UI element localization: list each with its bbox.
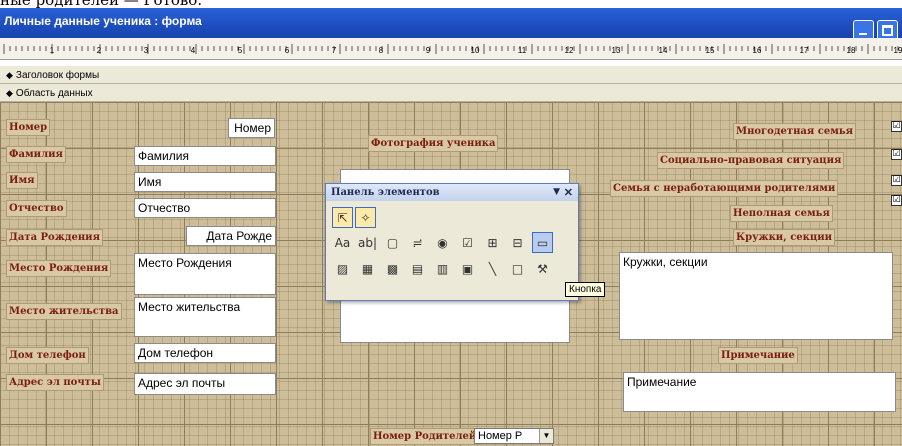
bound-object-tool[interactable]: ▩ (382, 258, 403, 279)
field-primechanie[interactable]: Примечание (623, 372, 896, 412)
label-dom-telefon[interactable]: Дом телефон (6, 347, 89, 364)
label-socialno-pravovaya[interactable]: Социально-правовая ситуация (657, 152, 845, 169)
toolbox-panel[interactable]: Панель элементов ▼ ✕ ⇱ ✧ Aa ab| ▢ ≓ ◉ ☑ ⊞ ⊟ ▭ ▨ ▦ ▩… (325, 183, 579, 301)
combobox-tool[interactable]: ⊞ (482, 232, 503, 253)
unbound-object-tool[interactable]: ▦ (357, 258, 378, 279)
ruler-number: 18 (847, 46, 856, 55)
checkbox-nepolnaya[interactable]: ☑ (891, 195, 902, 206)
control-wizards-tool[interactable]: ✧ (355, 207, 376, 228)
dropdown-icon[interactable]: ▼ (553, 184, 560, 201)
ruler-number: 12 (565, 46, 574, 55)
label-nomer-roditelei[interactable]: Номер Родителей: (370, 428, 483, 445)
tab-control-tool[interactable]: ▥ (432, 258, 453, 279)
checkbox-mnogodetnaya[interactable]: ☑ (891, 121, 902, 132)
ruler-number: 14 (659, 46, 668, 55)
field-familiya[interactable]: Фамилия (134, 146, 276, 166)
ruler-number: 7 (332, 46, 337, 55)
ruler-number: 5 (238, 46, 243, 55)
section-detail-label: Область данных (15, 88, 93, 99)
checkbox-tool[interactable]: ☑ (457, 232, 478, 253)
more-tools-tool[interactable]: ⚒ (532, 258, 553, 279)
rectangle-tool[interactable]: □ (507, 258, 528, 279)
label-familiya[interactable]: Фамилия (6, 146, 66, 163)
ruler-number: 3 (144, 46, 149, 55)
page-break-tool[interactable]: ▤ (407, 258, 428, 279)
label-data-rozhdeniya[interactable]: Дата Рождения (6, 229, 103, 246)
label-mnogodetnaya[interactable]: Многодетная семья (733, 123, 857, 140)
ruler-number: 19 (894, 46, 902, 55)
document-caption: ные родителей — Готово. (0, 0, 902, 8)
ruler-number: 4 (191, 46, 196, 55)
field-data-rozhdeniya[interactable]: Дата Рожде (186, 226, 276, 246)
horizontal-ruler: 1 2 3 4 5 6 7 8 9 10 11 12 13 14 15 16 17 18 19 (0, 38, 902, 60)
textbox-tool[interactable]: ab| (357, 232, 378, 253)
section-arrow-icon: ◆ (6, 88, 13, 98)
label-nepolnaya[interactable]: Неполная семья (730, 205, 833, 222)
ruler-number: 2 (97, 46, 102, 55)
subform-tool[interactable]: ▣ (457, 258, 478, 279)
section-detail[interactable]: ◆ Область данных (0, 84, 902, 102)
label-bezrabotnye[interactable]: Семья с неработающими родителями (610, 180, 839, 197)
image-tool[interactable]: ▨ (332, 258, 353, 279)
ruler-number: 8 (379, 46, 384, 55)
checkbox-socialno-pravovaya[interactable]: ☑ (891, 149, 902, 160)
field-mesto-rozhdeniya[interactable]: Место Рождения (134, 253, 276, 295)
frame-tool[interactable]: ▢ (382, 232, 403, 253)
field-dom-telefon[interactable]: Дом телефон (134, 343, 276, 363)
label-tool[interactable]: Aa (332, 232, 353, 253)
section-arrow-icon: ◆ (6, 70, 13, 80)
label-imya[interactable]: Имя (6, 172, 38, 189)
minimize-icon (859, 33, 867, 35)
field-nomer[interactable]: Номер (228, 118, 275, 138)
ruler-number: 13 (612, 46, 621, 55)
label-photo[interactable]: Фотография ученика (368, 135, 499, 152)
field-email[interactable]: Адрес эл почты (134, 373, 276, 395)
window-titlebar[interactable]: Личные данные ученика : форма (0, 8, 902, 41)
combo-nomer-roditelei[interactable]: Номер Р ▼ (474, 428, 554, 444)
label-kruzhki[interactable]: Кружки, секции (733, 229, 836, 246)
combo-value: Номер Р (478, 430, 523, 442)
label-mesto-rozhdeniya[interactable]: Место Рождения (6, 260, 112, 277)
chevron-down-icon[interactable]: ▼ (539, 429, 553, 443)
field-kruzhki[interactable]: Кружки, секции (619, 252, 893, 340)
field-mesto-zhitelstva[interactable]: Место жительства (134, 297, 276, 337)
label-primechanie[interactable]: Примечание (718, 347, 798, 364)
option-tool[interactable]: ◉ (432, 232, 453, 253)
caption-text: ные родителей — Готово. (0, 0, 202, 8)
ruler-number: 17 (800, 46, 809, 55)
ruler-number: 9 (426, 46, 431, 55)
toggle-tool[interactable]: ≓ (407, 232, 428, 253)
close-icon[interactable]: ✕ (564, 184, 573, 201)
access-form-design-view: ные родителей — Готово. Личные данные уч… (0, 0, 902, 446)
field-otchestvo[interactable]: Отчество (134, 198, 276, 218)
line-tool[interactable]: ╲ (482, 258, 503, 279)
toolbox-title: Панель элементов (331, 187, 440, 198)
ruler-number: 11 (518, 46, 527, 55)
label-otchestvo[interactable]: Отчество (6, 200, 67, 217)
label-nomer[interactable]: Номер (6, 119, 51, 136)
ruler-number: 16 (753, 46, 762, 55)
ruler-number: 1 (50, 46, 55, 55)
maximize-icon (882, 25, 893, 36)
checkbox-bezrabotnye[interactable]: ☑ (891, 175, 902, 186)
tooltip: Кнопка (565, 282, 606, 297)
select-objects-tool[interactable]: ⇱ (332, 207, 353, 228)
field-imya[interactable]: Имя (134, 172, 276, 192)
toolbox-titlebar[interactable]: Панель элементов ▼ ✕ (326, 184, 578, 201)
section-header-form[interactable]: ◆ Заголовок формы (0, 66, 902, 84)
label-email[interactable]: Адрес эл почты (6, 374, 104, 391)
ruler-ticks: 1 2 3 4 5 6 7 8 9 10 11 12 13 14 15 16 17 18 19 (3, 44, 902, 55)
ruler-number: 6 (285, 46, 290, 55)
window-title: Личные данные ученика : форма (4, 14, 202, 28)
ruler-number: 15 (706, 46, 715, 55)
ruler-number: 10 (471, 46, 480, 55)
label-mesto-zhitelstva[interactable]: Место жительства (6, 303, 122, 320)
command-button-tool[interactable]: ▭ (532, 232, 553, 253)
section-header-label: Заголовок формы (15, 70, 100, 81)
listbox-tool[interactable]: ⊟ (507, 232, 528, 253)
